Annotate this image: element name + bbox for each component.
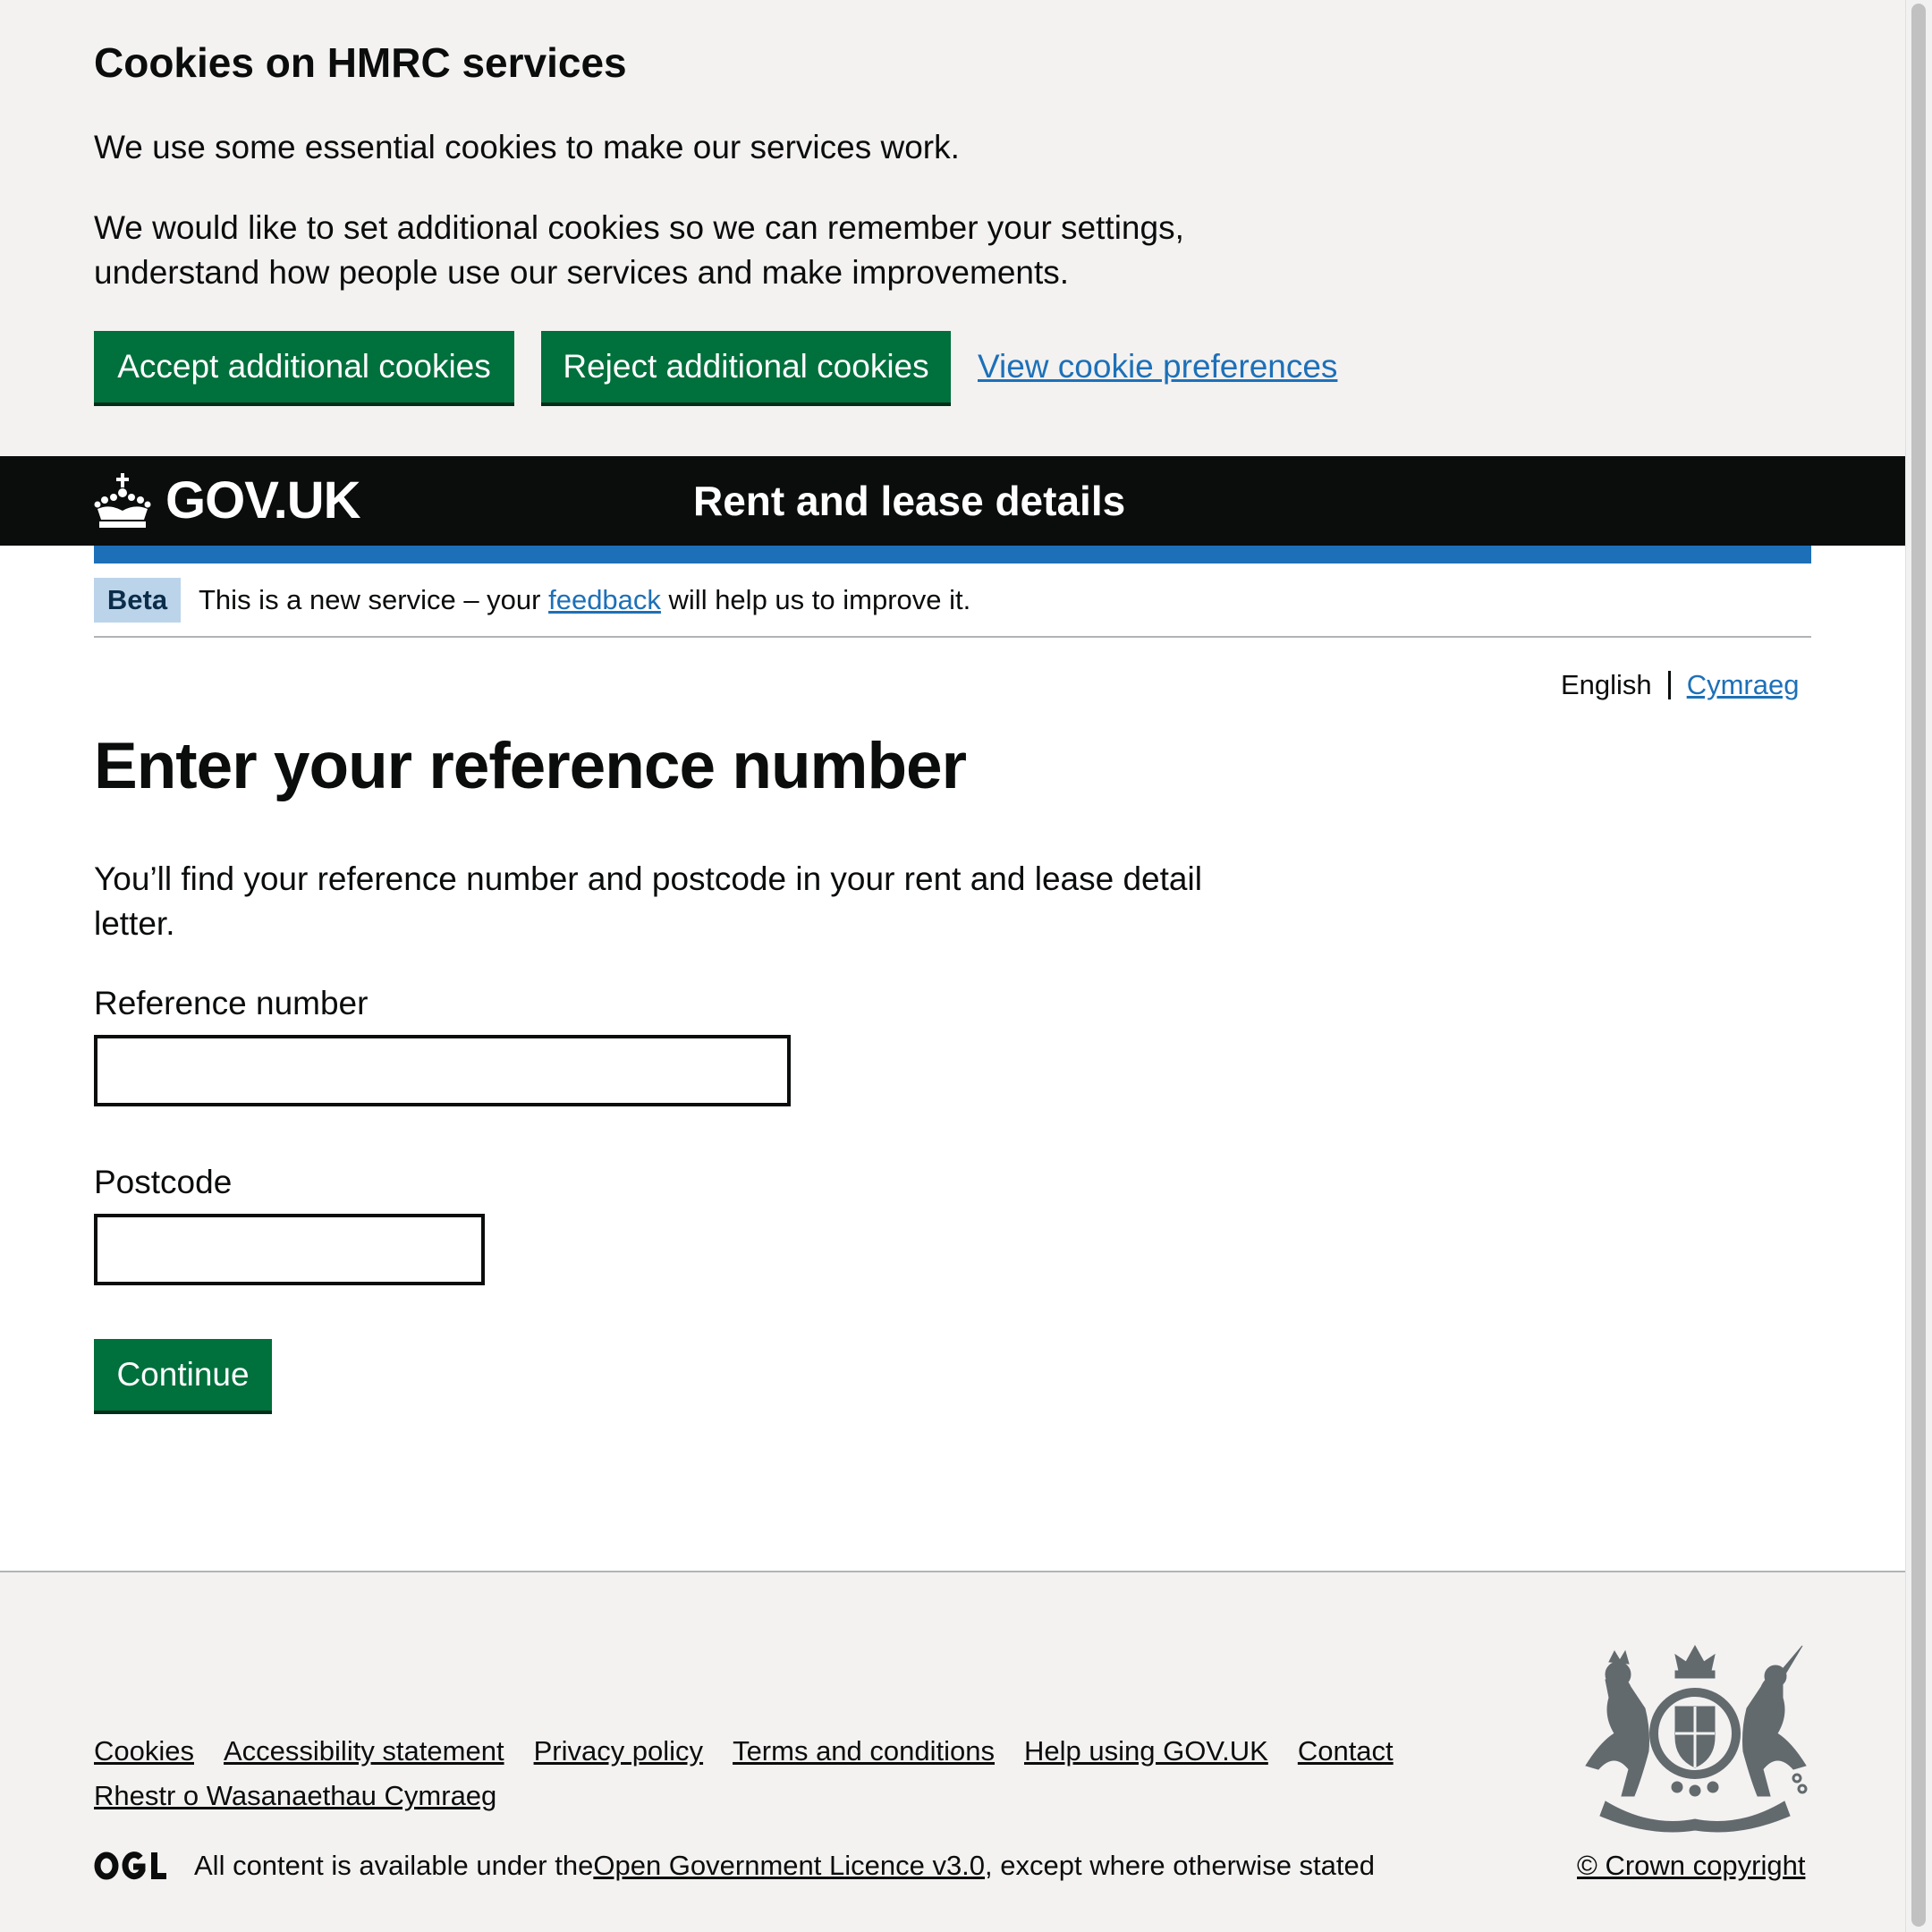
footer-link-accessibility[interactable]: Accessibility statement [224,1729,504,1774]
footer-link-cookies[interactable]: Cookies [94,1729,194,1774]
footer-link-welsh-services[interactable]: Rhestr o Wasanaethau Cymraeg [94,1774,496,1818]
reference-number-input[interactable] [94,1035,791,1106]
language-cymraeg-link[interactable]: Cymraeg [1687,665,1800,706]
crown-icon [94,473,151,528]
footer-link-help[interactable]: Help using GOV.UK [1024,1729,1268,1774]
phase-banner: Beta This is a new service – your feedba… [94,564,1811,638]
language-separator [1667,671,1671,699]
reject-cookies-button[interactable]: Reject additional cookies [541,331,951,402]
scrollbar-thumb[interactable] [1911,4,1926,1927]
vertical-scrollbar[interactable] [1905,0,1932,1932]
footer-link-privacy[interactable]: Privacy policy [534,1729,704,1774]
cookie-banner-text-essential: We use some essential cookies to make ou… [94,129,960,165]
licence-text-after: , except where otherwise stated [985,1850,1375,1881]
view-cookie-preferences-link[interactable]: View cookie preferences [978,344,1337,389]
feedback-link[interactable]: feedback [548,584,661,615]
language-toggle: English Cymraeg [1561,665,1799,706]
govuk-logo-link[interactable]: GOV.UK [94,469,360,533]
cookie-banner-title: Cookies on HMRC services [94,39,627,86]
cookie-banner: Cookies on HMRC services We use some ess… [0,0,1905,456]
site-footer: Cookies Accessibility statement Privacy po… [0,1571,1905,1932]
open-government-licence-link[interactable]: Open Government Licence v3.0 [593,1845,985,1886]
footer-link-terms[interactable]: Terms and conditions [733,1729,995,1774]
cookie-banner-text-additional: We would like to set additional cookies … [94,209,1184,291]
royal-coat-of-arms-icon[interactable] [1579,1644,1811,1834]
footer-links: Cookies Accessibility statement Privacy po… [94,1729,1471,1818]
ogl-logo-icon [94,1852,166,1880]
reference-number-label: Reference number [94,985,369,1021]
licence-text-before: All content is available under the [194,1850,594,1881]
continue-button[interactable]: Continue [94,1339,272,1411]
service-name-link[interactable]: Rent and lease details [693,474,1125,528]
phase-text-after: will help us to improve it. [660,584,971,615]
site-header: GOV.UK Rent and lease details [0,456,1905,546]
licence-row: All content is available under the Open … [94,1845,1375,1886]
accept-cookies-button[interactable]: Accept additional cookies [94,331,514,402]
postcode-input[interactable] [94,1214,485,1285]
govuk-logo-text: GOV.UK [165,471,360,530]
page: Cookies on HMRC services We use some ess… [0,0,1905,1932]
crown-copyright-link[interactable]: © Crown copyright [1577,1845,1805,1886]
footer-link-contact[interactable]: Contact [1298,1729,1394,1774]
beta-tag: Beta [94,578,181,623]
page-title: Enter your reference number [94,730,967,802]
language-current: English [1561,669,1652,700]
phase-text-before: This is a new service – your [199,584,549,615]
header-blue-bar [94,546,1811,564]
intro-text: You’ll find your reference number and po… [94,860,1202,942]
phase-banner-text: This is a new service – your feedback wi… [199,580,970,621]
postcode-label: Postcode [94,1164,233,1200]
